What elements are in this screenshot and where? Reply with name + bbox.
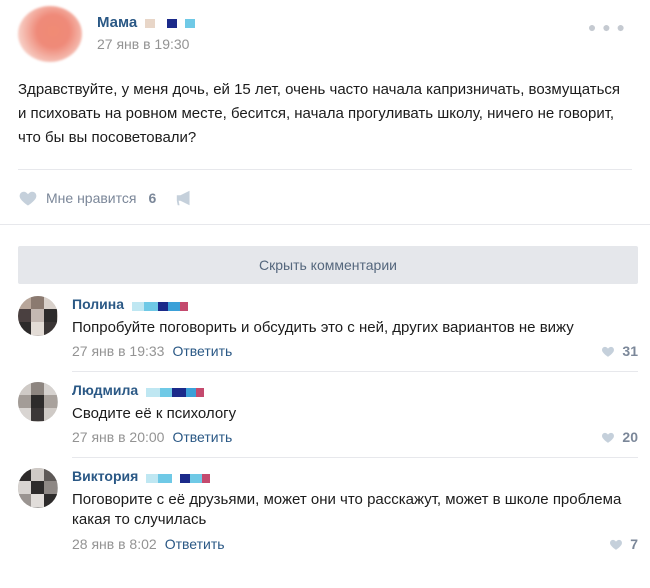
comment-like-button[interactable]: 31	[600, 343, 638, 359]
commenter-name[interactable]: Виктория	[72, 468, 211, 485]
comment-like-button[interactable]: 7	[608, 536, 638, 552]
commenter-name-text[interactable]: Виктория	[72, 468, 138, 484]
comment-date[interactable]: 28 янв в 8:02	[72, 536, 157, 552]
comment-like-button[interactable]: 20	[600, 429, 638, 445]
comment-meta: 28 янв в 8:02 Ответить	[72, 536, 225, 552]
post-text: Здравствуйте, у меня дочь, ей 15 лет, оч…	[18, 81, 621, 146]
commenter-avatar[interactable]	[18, 382, 58, 422]
comment-date[interactable]: 27 янв в 19:33	[72, 343, 164, 359]
heart-icon[interactable]	[608, 537, 624, 551]
comment-divider	[72, 457, 638, 458]
commenter-name[interactable]: Людмила	[72, 382, 205, 399]
comment-date[interactable]: 27 янв в 20:00	[72, 429, 164, 445]
comment-text: Поговорите с её друзьями, может они что …	[72, 491, 622, 528]
commenter-name-text[interactable]: Полина	[72, 296, 124, 312]
censor-pixels	[145, 15, 196, 32]
author-avatar[interactable]	[18, 6, 82, 62]
comment-item: Полина Попробуйте поговорить и обсудить …	[18, 296, 638, 372]
comment-divider	[72, 371, 638, 372]
comment-text: Сводите её к психологу	[72, 405, 237, 422]
post-date[interactable]: 27 янв в 19:30	[97, 36, 189, 52]
hide-comments-button[interactable]: Скрыть комментарии	[18, 246, 638, 284]
reply-button[interactable]: Ответить	[172, 343, 232, 359]
comment-item: Людмила Сводите её к психологу 27 янв в …	[18, 382, 638, 458]
more-dots-icon[interactable]: ● ● ●	[588, 19, 626, 35]
post-header: Мама 27 янв в 19:30 ● ● ●	[18, 6, 632, 62]
commenter-name[interactable]: Полина	[72, 296, 188, 313]
comment-like-count: 20	[622, 429, 638, 445]
commenter-avatar[interactable]	[18, 296, 58, 336]
heart-icon[interactable]	[600, 430, 616, 444]
reply-button[interactable]: Ответить	[165, 536, 225, 552]
commenter-avatar[interactable]	[18, 468, 58, 508]
heart-icon[interactable]	[600, 344, 616, 358]
post-actions: Мне нравится 6	[18, 186, 196, 210]
comment-item: Виктория Поговорите с её друзьями, может…	[18, 468, 638, 568]
commenter-name-text[interactable]: Людмила	[72, 382, 138, 398]
post-divider	[18, 169, 632, 170]
like-button[interactable]: Мне нравится	[46, 190, 136, 206]
heart-icon[interactable]	[18, 188, 38, 208]
comment-meta: 27 янв в 20:00 Ответить	[72, 429, 232, 445]
like-count: 6	[148, 190, 157, 206]
comment-text: Попробуйте поговорить и обсудить это с н…	[72, 319, 574, 336]
censor-pixels	[131, 297, 188, 313]
comment-like-count: 7	[630, 536, 638, 552]
megaphone-share-icon[interactable]	[174, 188, 196, 208]
section-divider	[0, 224, 650, 225]
reply-button[interactable]: Ответить	[172, 429, 232, 445]
censor-pixels	[146, 383, 205, 399]
author-name-text[interactable]: Мама	[97, 14, 137, 31]
author-name[interactable]: Мама	[97, 14, 196, 32]
censor-pixels	[146, 469, 211, 485]
comment-like-count: 31	[622, 343, 638, 359]
wall-post: Мама 27 янв в 19:30 ● ● ● Здравствуйте, …	[0, 0, 650, 588]
comment-meta: 27 янв в 19:33 Ответить	[72, 343, 232, 359]
